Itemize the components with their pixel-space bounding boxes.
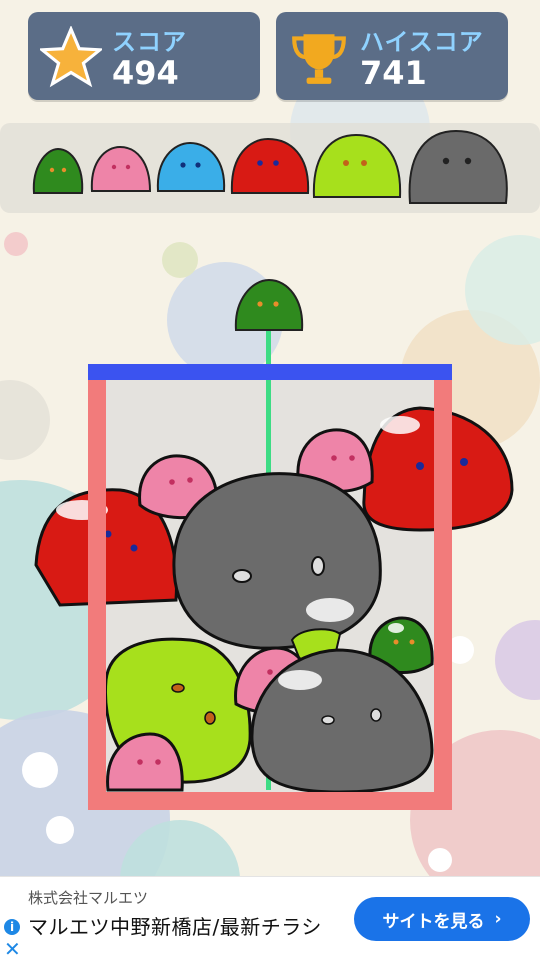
ad-cta-button[interactable]: サイトを見る › (354, 897, 530, 941)
container-left-wall (88, 372, 106, 810)
game-field[interactable] (0, 0, 540, 876)
container-top-line (88, 364, 452, 380)
container-right-wall (434, 372, 452, 810)
slime-gray (172, 472, 382, 650)
container-floor (88, 792, 452, 810)
ad-cta-label: サイトを見る (382, 911, 485, 932)
next-slime[interactable] (234, 278, 304, 331)
ad-close-icon[interactable]: ✕ (4, 939, 21, 959)
chevron-right-icon: › (494, 909, 502, 929)
ad-company: 株式会社マルエツ (28, 889, 149, 907)
ad-title[interactable]: マルエツ中野新橋店/最新チラシ (28, 911, 322, 940)
ad-banner[interactable]: i ✕ 株式会社マルエツ マルエツ中野新橋店/最新チラシ サイトを見る › (0, 876, 540, 961)
ad-info-icon[interactable]: i (4, 919, 20, 935)
